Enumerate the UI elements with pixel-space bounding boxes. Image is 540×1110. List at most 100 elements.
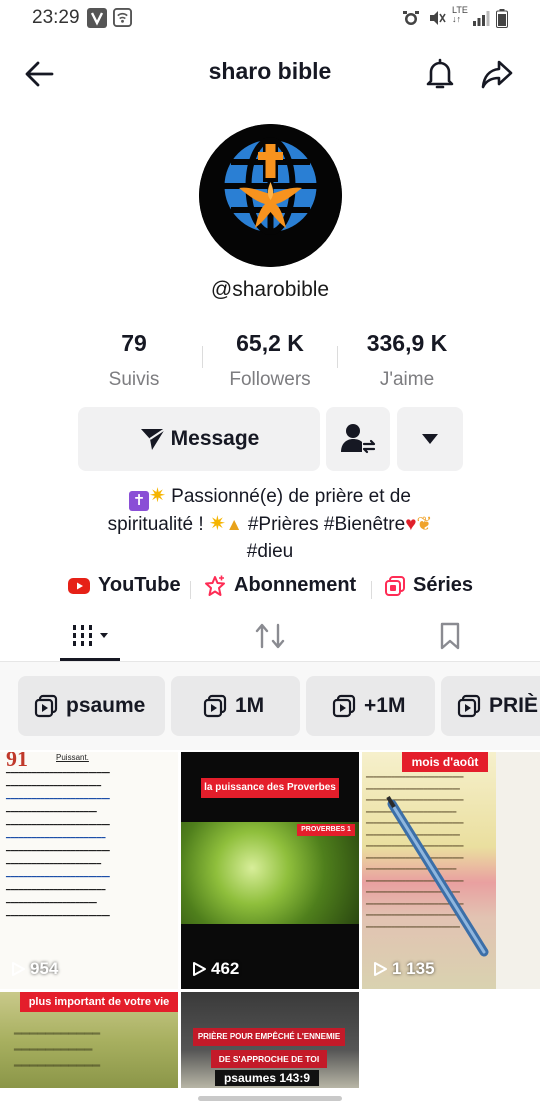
video-thumbnail-leaves xyxy=(181,822,359,924)
stat-likes[interactable]: 336,9 K J'aime xyxy=(337,330,477,391)
playlist-label: 1M xyxy=(235,694,265,717)
playlist-psaume[interactable]: psaume xyxy=(18,676,165,736)
play-icon xyxy=(193,962,206,976)
tab-reposts[interactable] xyxy=(248,616,292,656)
video-caption: la puissance des Proverbes xyxy=(201,778,339,798)
video-tile[interactable]: la puissance des Proverbes PROVERBES 1 4… xyxy=(181,752,359,989)
sparkle-emoji-icon: ✷ xyxy=(208,513,226,535)
video-grid: 91 Puissant. ━━━━━━━━━━━━━━━━━━━━━━━━ ━━… xyxy=(0,752,540,1102)
bio-line-3[interactable]: #dieu xyxy=(247,541,294,562)
signal-icon xyxy=(472,9,490,32)
message-button[interactable]: Message xyxy=(78,407,320,471)
profile-bio: ✝ ✷ Passionné(e) de prière et de spiritua… xyxy=(40,483,500,565)
link-divider xyxy=(371,581,372,599)
praying-emoji-icon: ▲ xyxy=(225,515,243,534)
series-link[interactable]: Séries xyxy=(385,574,473,597)
more-options-button[interactable] xyxy=(397,407,463,471)
grid-icon xyxy=(73,625,108,646)
video-badge: PROVERBES 1 xyxy=(297,824,355,836)
view-count: 462 xyxy=(191,959,239,979)
friend-suggestions-button[interactable] xyxy=(326,407,390,471)
playlist-label: +1M xyxy=(364,694,406,717)
home-indicator[interactable] xyxy=(198,1096,342,1101)
playlist-prieres[interactable]: PRIÈ xyxy=(441,676,540,736)
share-button[interactable] xyxy=(479,56,515,92)
view-count-value: 954 xyxy=(30,959,59,978)
video-decor-text: ━━━━━━━━━━━ ━━━━━━━━━━ ━━━━━━━━━━━ xyxy=(14,1026,101,1073)
profile-links: YouTube Abonnement Séries xyxy=(0,574,540,604)
message-button-label: Message xyxy=(170,427,260,450)
video-decor-text: ━━━━━━━━━━━━━━━━━━━━━━━━ ━━━━━━━━━━━━━━━… xyxy=(6,769,110,920)
tab-saved[interactable] xyxy=(428,616,472,656)
stat-following-value: 79 xyxy=(121,330,147,356)
open-hands-emoji-icon: ❦ xyxy=(416,514,433,535)
bookmark-icon xyxy=(440,622,460,650)
playlist-icon xyxy=(34,694,58,718)
bio-hashtags[interactable]: #Prières #Bienêtre xyxy=(248,514,405,535)
stat-likes-value: 336,9 K xyxy=(366,330,448,356)
lte-icon: LTE ↓↑ xyxy=(452,5,468,24)
username: @sharobible xyxy=(210,278,330,301)
playlist-icon xyxy=(332,694,356,718)
video-tile[interactable]: PRIÈRE POUR EMPÊCHÉ L'ENNEMIE DE S'APPRO… xyxy=(181,992,359,1088)
pen-icon xyxy=(386,795,489,957)
subscription-link-label: Abonnement xyxy=(234,574,357,596)
empty-tile xyxy=(362,992,540,1088)
notifications-button[interactable] xyxy=(422,56,458,92)
stat-followers[interactable]: 65,2 K Followers xyxy=(200,330,340,391)
video-caption: Puissant. xyxy=(56,753,89,762)
video-caption: mois d'août xyxy=(402,752,488,772)
repost-icon xyxy=(255,623,285,649)
wifi-box-icon xyxy=(113,8,132,32)
avatar[interactable] xyxy=(199,124,342,267)
sparkle-emoji-icon: ✷ xyxy=(149,485,166,507)
video-caption: PRIÈRE POUR EMPÊCHÉ L'ENNEMIE xyxy=(193,1028,345,1046)
view-count-value: 462 xyxy=(211,959,240,978)
link-divider xyxy=(190,581,191,599)
status-time: 23:29 xyxy=(32,7,80,28)
tab-videos[interactable] xyxy=(60,616,120,656)
page-title: sharo bible xyxy=(208,58,332,84)
bio-line-1: Passionné(e) de prière et de xyxy=(171,486,411,507)
video-tile[interactable]: ━━━━━━━━━━━━━━━━━━━━━━━━━━━ ━━━━━━━━━━━━━… xyxy=(362,752,540,989)
playlist-label: PRIÈ xyxy=(489,694,539,717)
playlist-icon xyxy=(457,694,481,718)
view-count-value: 1 135 xyxy=(392,959,435,978)
stat-followers-label: Followers xyxy=(229,369,311,390)
series-icon xyxy=(385,575,405,596)
v-app-icon xyxy=(87,8,107,33)
video-tile[interactable]: 91 Puissant. ━━━━━━━━━━━━━━━━━━━━━━━━ ━━… xyxy=(0,752,178,989)
play-icon xyxy=(374,962,387,976)
youtube-icon xyxy=(68,577,90,594)
battery-icon xyxy=(496,9,508,33)
series-link-label: Séries xyxy=(413,574,474,596)
mute-icon xyxy=(428,9,446,32)
stat-following[interactable]: 79 Suivis xyxy=(64,330,204,391)
subscription-link[interactable]: Abonnement xyxy=(204,574,356,597)
share-arrow-icon xyxy=(481,60,513,89)
bio-line-2: spiritualité ! xyxy=(107,514,204,535)
user-swap-icon xyxy=(341,424,376,454)
playlist-icon xyxy=(203,694,227,718)
stat-following-label: Suivis xyxy=(108,369,160,390)
youtube-link[interactable]: YouTube xyxy=(68,574,181,597)
video-caption: plus important de votre vie xyxy=(20,992,178,1012)
bell-icon xyxy=(426,58,454,89)
view-count: 1 135 xyxy=(372,959,435,979)
heart-emoji-icon: ♥ xyxy=(405,514,417,535)
play-icon xyxy=(12,962,25,976)
video-caption-3: psaumes 143:9 xyxy=(215,1070,319,1086)
send-message-icon xyxy=(140,428,166,450)
view-count: 954 xyxy=(10,959,58,979)
playlist-plus-1m[interactable]: +1M xyxy=(306,676,435,736)
youtube-link-label: YouTube xyxy=(98,574,181,596)
cross-emoji-icon: ✝ xyxy=(129,491,150,511)
playlist-1m[interactable]: 1M xyxy=(171,676,300,736)
alarm-icon xyxy=(402,9,420,32)
video-tile[interactable]: ━━━━━━━━━━━ ━━━━━━━━━━ ━━━━━━━━━━━ plus im… xyxy=(0,992,178,1088)
status-bar: 23:29 LTE ↓↑ xyxy=(0,0,540,36)
stat-followers-value: 65,2 K xyxy=(236,330,304,356)
content-tabs xyxy=(0,612,540,662)
subscription-icon xyxy=(205,575,225,596)
profile-header: sharo bible xyxy=(0,44,540,104)
